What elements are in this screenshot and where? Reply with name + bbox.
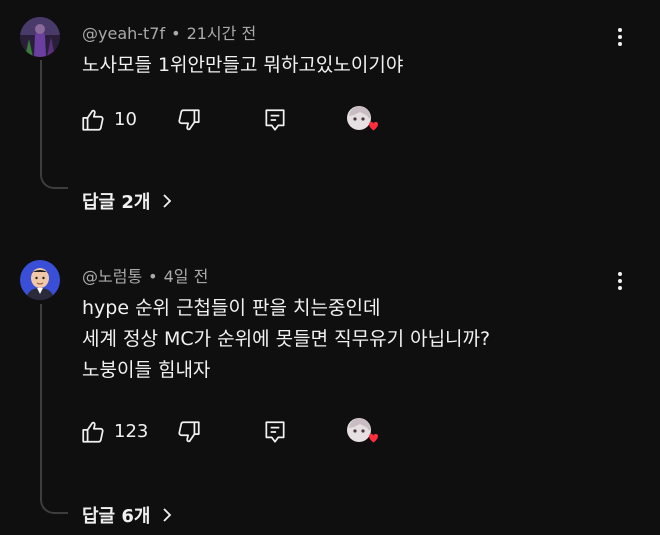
timestamp[interactable]: 4일 전 [164,267,209,286]
author-name[interactable]: @노럼통 [82,267,142,286]
replies-label: 답글 2개 [82,192,151,213]
thread-line [40,304,68,514]
comment-text: 노사모들 1위안만들고 뭐하고있노이기야 [82,50,403,81]
comment-actions: 123 [80,418,400,449]
comment-1: @yeah-t7f • 21시간 전 노사모들 1위안만들고 뭐하고있노이기야 10 [0,0,660,230]
thumb-down-icon[interactable] [176,107,202,133]
reply-comment-icon[interactable] [262,419,288,445]
author-name[interactable]: @yeah-t7f [82,24,165,43]
thumb-up-icon[interactable] [80,107,106,133]
like-count: 10 [114,109,137,130]
reply-comment-icon[interactable] [262,107,288,133]
comment-line: 노사모들 1위안만들고 뭐하고있노이기야 [82,54,404,76]
timestamp[interactable]: 21시간 전 [187,24,257,43]
meta-separator: • [148,267,158,286]
comment-meta: @노럼통 • 4일 전 [82,263,208,287]
chevron-right-icon [163,194,172,208]
thumb-up-icon[interactable] [80,419,106,445]
chevron-right-icon [163,508,172,522]
avatar[interactable] [20,17,60,57]
comment-line: 노붕이들 힘내자 [82,359,211,381]
comment-2: @노럼통 • 4일 전 hype 순위 근첩들이 판을 치는중인데 세계 정상 MC… [0,255,660,535]
view-replies-button[interactable]: 답글 2개 [82,188,174,214]
more-vertical-icon[interactable] [608,25,632,49]
comment-text: hype 순위 근첩들이 판을 치는중인데 세계 정상 MC가 순위에 못들면 … [82,293,490,386]
comment-line: hype 순위 근첩들이 판을 치는중인데 [82,297,381,319]
like-count: 123 [114,421,149,442]
comment-meta: @yeah-t7f • 21시간 전 [82,20,256,44]
view-replies-button[interactable]: 답글 6개 [82,502,174,528]
thread-line [40,60,68,189]
meta-separator: • [171,24,181,43]
replies-label: 답글 6개 [82,506,151,527]
thumb-down-icon[interactable] [176,419,202,445]
comment-line: 세계 정상 MC가 순위에 못들면 직무유기 아닙니까? [82,328,491,350]
avatar[interactable] [20,260,60,300]
creator-heart-icon [344,415,378,449]
more-vertical-icon[interactable] [608,269,632,293]
creator-heart-icon [344,103,378,137]
comment-actions: 10 [80,106,400,137]
